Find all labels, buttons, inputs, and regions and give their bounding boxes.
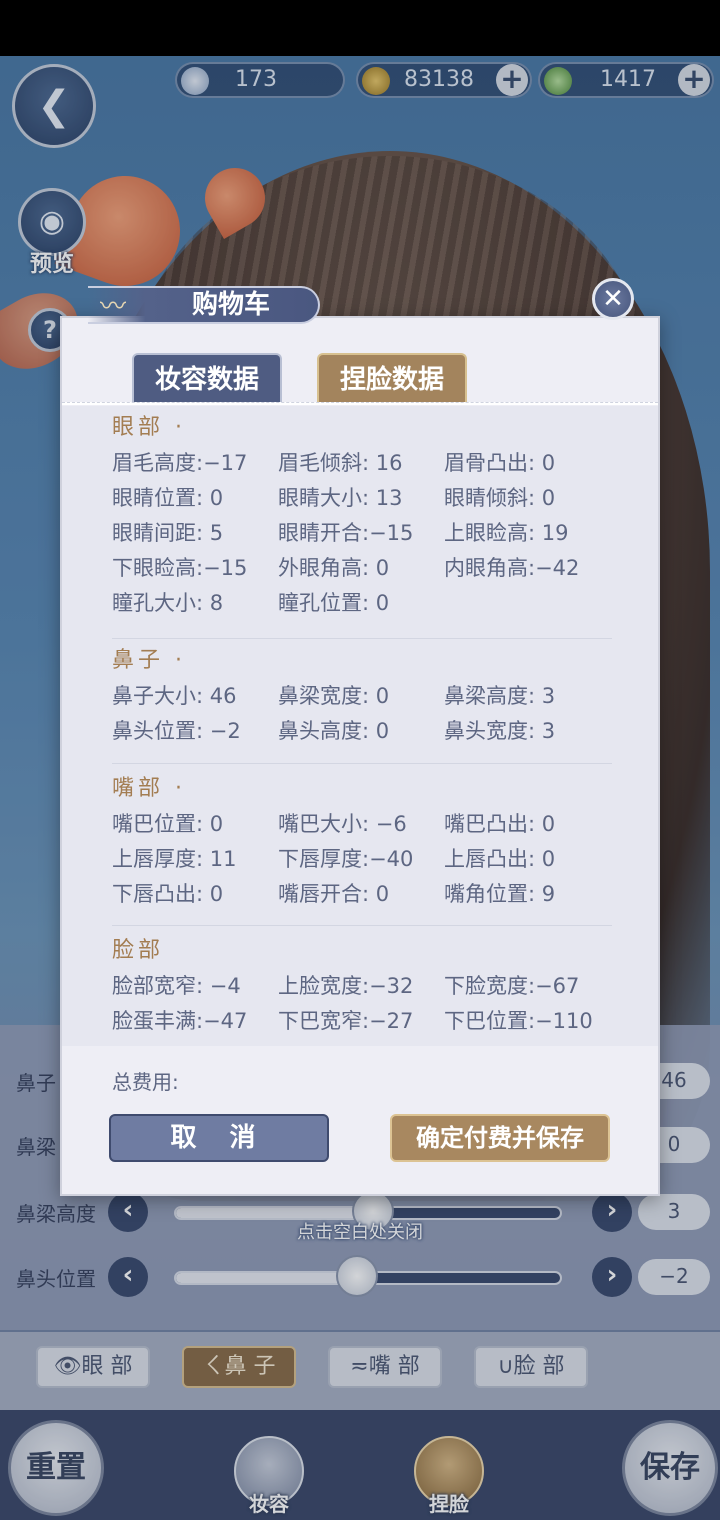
data-item: 鼻头宽度: 3 bbox=[444, 719, 556, 743]
data-row: 眼睛间距: 5 眼睛开合:−15 上眼睑高: 19 bbox=[112, 516, 612, 551]
section-divider bbox=[112, 925, 612, 926]
data-item: 下巴位置:−110 bbox=[444, 1009, 593, 1033]
tab-face-data[interactable]: 捏脸数据 bbox=[317, 353, 467, 403]
data-row: 眼睛位置: 0 眼睛大小: 13 眼睛倾斜: 0 bbox=[112, 481, 612, 516]
section-title: 嘴部 · bbox=[112, 776, 186, 801]
data-item: 鼻头高度: 0 bbox=[278, 719, 390, 743]
data-item: 上唇凸出: 0 bbox=[444, 847, 556, 871]
section-title: 眼部 · bbox=[112, 415, 186, 440]
data-item: 上脸宽度:−32 bbox=[278, 974, 414, 998]
data-item: 嘴角位置: 9 bbox=[444, 882, 556, 906]
tab-makeup-data[interactable]: 妆容数据 bbox=[132, 353, 282, 403]
data-item: 内眼角高:−42 bbox=[444, 556, 580, 580]
data-item: 眼睛间距: 5 bbox=[112, 521, 224, 545]
data-item: 下巴宽窄:−27 bbox=[278, 1009, 414, 1033]
data-row: 脸部宽窄: −4 上脸宽度:−32 下脸宽度:−67 bbox=[112, 969, 612, 1004]
data-item: 脸蛋丰满:−47 bbox=[112, 1009, 248, 1033]
data-row: 鼻头位置: −2 鼻头高度: 0 鼻头宽度: 3 bbox=[112, 714, 612, 749]
section-title: 脸部 bbox=[112, 938, 165, 963]
data-item: 下脸宽度:−67 bbox=[444, 974, 580, 998]
data-item: 上唇厚度: 11 bbox=[112, 847, 237, 871]
cancel-button[interactable]: 取 消 bbox=[109, 1114, 329, 1162]
data-row: 鼻子大小: 46 鼻梁宽度: 0 鼻梁高度: 3 bbox=[112, 679, 612, 714]
data-item: 嘴唇开合: 0 bbox=[278, 882, 390, 906]
data-item: 鼻梁宽度: 0 bbox=[278, 684, 390, 708]
data-item: 外眼角高: 0 bbox=[278, 556, 390, 580]
data-row: 下唇凸出: 0 嘴唇开合: 0 嘴角位置: 9 bbox=[112, 877, 612, 912]
section-face: 脸部 脸部宽窄: −4 上脸宽度:−32 下脸宽度:−67 脸蛋丰满:−47 下… bbox=[112, 933, 612, 1039]
data-item: 眼睛倾斜: 0 bbox=[444, 486, 556, 510]
data-item: 下唇厚度:−40 bbox=[278, 847, 414, 871]
data-row: 下眼睑高:−15 外眼角高: 0 内眼角高:−42 bbox=[112, 551, 612, 586]
data-item: 嘴巴凸出: 0 bbox=[444, 812, 556, 836]
data-item: 鼻梁高度: 3 bbox=[444, 684, 556, 708]
data-item: 上眼睑高: 19 bbox=[444, 521, 569, 545]
data-item: 脸部宽窄: −4 bbox=[112, 974, 241, 998]
data-item: 瞳孔大小: 8 bbox=[112, 591, 224, 615]
total-cost-label: 总费用: bbox=[112, 1070, 179, 1094]
data-item: 眼睛开合:−15 bbox=[278, 521, 414, 545]
section-mouth: 嘴部 · 嘴巴位置: 0 嘴巴大小: −6 嘴巴凸出: 0 上唇厚度: 11 下… bbox=[112, 771, 612, 926]
data-item: 眼睛位置: 0 bbox=[112, 486, 224, 510]
data-row: 嘴巴位置: 0 嘴巴大小: −6 嘴巴凸出: 0 bbox=[112, 807, 612, 842]
data-item: 眉骨凸出: 0 bbox=[444, 451, 556, 475]
face-data-list[interactable]: 眼部 · 眉毛高度:−17 眉毛倾斜: 16 眉骨凸出: 0 眼睛位置: 0 眼… bbox=[62, 406, 658, 1046]
data-item: 瞳孔位置: 0 bbox=[278, 591, 390, 615]
data-row: 上唇厚度: 11 下唇厚度:−40 上唇凸出: 0 bbox=[112, 842, 612, 877]
modal-title: 购物车 bbox=[192, 290, 271, 320]
data-row: 脸蛋丰满:−47 下巴宽窄:−27 下巴位置:−110 bbox=[112, 1004, 612, 1039]
data-item: 眉毛高度:−17 bbox=[112, 451, 248, 475]
data-item: 鼻头位置: −2 bbox=[112, 719, 241, 743]
data-row: 眉毛高度:−17 眉毛倾斜: 16 眉骨凸出: 0 bbox=[112, 446, 612, 481]
confirm-pay-save-button[interactable]: 确定付费并保存 bbox=[390, 1114, 610, 1162]
data-row: 瞳孔大小: 8 瞳孔位置: 0 bbox=[112, 586, 612, 621]
data-item: 嘴巴大小: −6 bbox=[278, 812, 407, 836]
data-item: 眉毛倾斜: 16 bbox=[278, 451, 403, 475]
close-button[interactable]: ✕ bbox=[592, 278, 634, 320]
data-item: 鼻子大小: 46 bbox=[112, 684, 237, 708]
status-bar bbox=[0, 0, 720, 56]
data-item: 下眼睑高:−15 bbox=[112, 556, 248, 580]
section-nose: 鼻子 · 鼻子大小: 46 鼻梁宽度: 0 鼻梁高度: 3 鼻头位置: −2 鼻… bbox=[112, 643, 612, 764]
data-item: 嘴巴位置: 0 bbox=[112, 812, 224, 836]
section-divider bbox=[112, 638, 612, 639]
data-item: 眼睛大小: 13 bbox=[278, 486, 403, 510]
data-item: 下唇凸出: 0 bbox=[112, 882, 224, 906]
section-eyes: 眼部 · 眉毛高度:−17 眉毛倾斜: 16 眉骨凸出: 0 眼睛位置: 0 眼… bbox=[112, 410, 612, 639]
tab-divider bbox=[62, 402, 658, 405]
cloud-ornament-icon: 〰 bbox=[100, 292, 127, 322]
section-title: 鼻子 · bbox=[112, 648, 186, 673]
section-divider bbox=[112, 763, 612, 764]
